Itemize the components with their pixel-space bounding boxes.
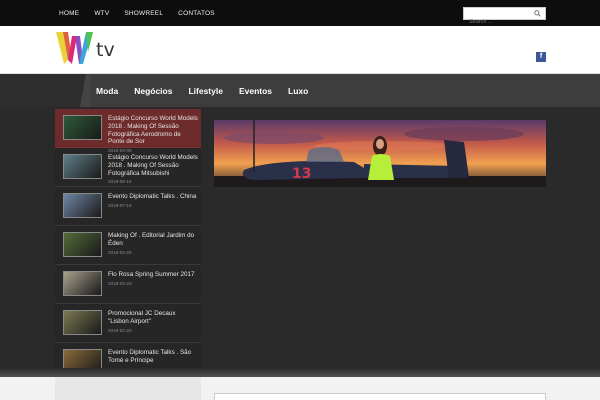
search-icon[interactable] [534, 10, 541, 17]
logo[interactable]: tv [56, 30, 120, 68]
top-nav: HOME WTV SHOWREEL CONTATOS [52, 0, 230, 26]
site-header: tv f [0, 26, 600, 74]
logo-text: tv [96, 39, 115, 61]
post-date: 2018-03-23 [108, 281, 132, 286]
airplane-photo-icon: 13 [214, 120, 546, 187]
post-thumbnail[interactable] [63, 232, 102, 257]
list-item[interactable]: Estágio Concurso World Models 2018 . Mak… [55, 109, 201, 153]
nav-item-lifestyle[interactable]: Lifestyle [188, 86, 223, 96]
top-nav-wtv[interactable]: WTV [94, 10, 109, 17]
top-nav-home[interactable]: HOME [59, 10, 79, 17]
list-item[interactable]: Promocional JC Decaux "Lisbon Airport" 20… [55, 304, 201, 343]
logo-w-icon [56, 32, 93, 64]
list-item[interactable]: Estágio Concurso World Models 2018 . Mak… [55, 148, 201, 187]
post-title[interactable]: Estágio Concurso World Models 2018 . Mak… [108, 115, 198, 146]
post-title[interactable]: Estágio Concurso World Models 2018 . Mak… [108, 154, 198, 177]
nav-item-luxo[interactable]: Luxo [288, 86, 308, 96]
search-box [463, 7, 546, 28]
post-thumbnail[interactable] [63, 154, 102, 179]
nav-item-eventos[interactable]: Eventos [239, 86, 272, 96]
top-nav-contatos[interactable]: CONTATOS [178, 10, 215, 17]
nav-divider [76, 74, 90, 107]
post-title[interactable]: Evento Diplomatic Talks . China [108, 193, 198, 201]
post-thumbnail[interactable] [63, 310, 102, 335]
bottom-area [0, 377, 600, 400]
list-item[interactable]: Making Of . Editorial Jardim do Éden 2018… [55, 226, 201, 265]
list-item[interactable]: Flo Rosa Spring Summer 2017 2018-03-23 [55, 265, 201, 304]
top-nav-showreel[interactable]: SHOWREEL [124, 10, 163, 17]
post-title[interactable]: Promocional JC Decaux "Lisbon Airport" [108, 310, 198, 326]
svg-text:13: 13 [292, 166, 311, 182]
post-thumbnail[interactable] [63, 271, 102, 296]
nav-dark-block [0, 74, 86, 107]
facebook-icon[interactable]: f [536, 52, 546, 62]
post-thumbnail[interactable] [63, 115, 102, 140]
main-nav-items: Moda Negócios Lifestyle Eventos Luxo [96, 74, 324, 107]
post-title[interactable]: Flo Rosa Spring Summer 2017 [108, 271, 198, 279]
bottom-left-panel [55, 377, 201, 400]
post-list: Estágio Concurso World Models 2018 . Mak… [55, 109, 201, 381]
featured-slide-image[interactable]: 13 [214, 120, 546, 187]
top-bar: HOME WTV SHOWREEL CONTATOS [0, 0, 600, 28]
main-nav: Moda Negócios Lifestyle Eventos Luxo [0, 74, 600, 107]
nav-item-moda[interactable]: Moda [96, 86, 118, 96]
list-item[interactable]: Evento Diplomatic Talks . China 2018-07-1… [55, 187, 201, 226]
post-date: 2018-07-19 [108, 203, 132, 208]
main-content: Estágio Concurso World Models 2018 . Mak… [0, 107, 600, 400]
post-title[interactable]: Making Of . Editorial Jardim do Éden [108, 232, 198, 248]
post-date: 2018-04-29 [108, 250, 132, 255]
post-thumbnail[interactable] [63, 193, 102, 218]
post-date: 2018-02-20 [108, 328, 132, 333]
bottom-card [214, 393, 546, 400]
post-title[interactable]: Evento Diplomatic Talks . São Tomé e Prí… [108, 349, 198, 365]
nav-item-negocios[interactable]: Negócios [134, 86, 172, 96]
post-date: 2018-08-18 [108, 179, 132, 184]
